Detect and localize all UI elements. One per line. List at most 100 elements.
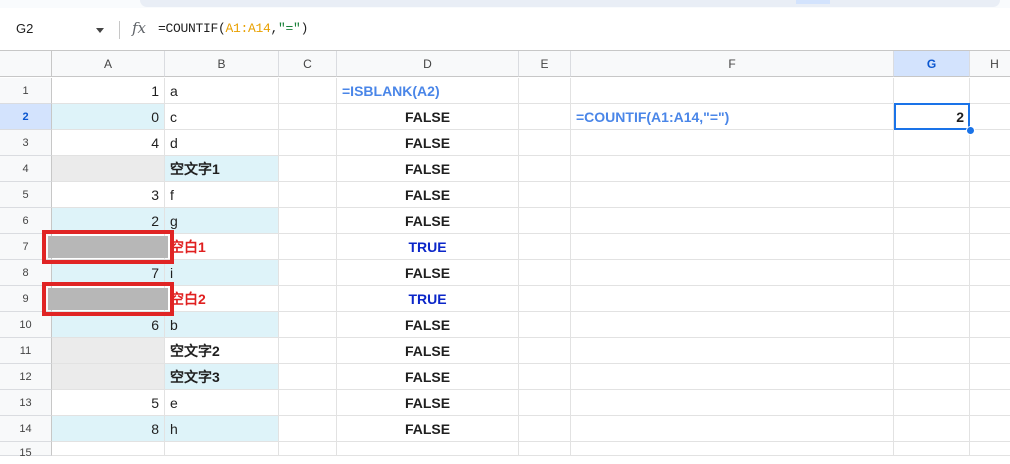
row-header-1[interactable]: 1 xyxy=(0,78,52,104)
column-header-f[interactable]: F xyxy=(571,51,894,77)
cell-c3[interactable] xyxy=(279,130,337,156)
cell-c1[interactable] xyxy=(279,78,337,104)
cell-d10[interactable]: FALSE xyxy=(337,312,519,338)
cell-f1[interactable] xyxy=(571,78,894,104)
row-header-7[interactable]: 7 xyxy=(0,234,52,260)
cell-c14[interactable] xyxy=(279,416,337,442)
cell-c13[interactable] xyxy=(279,390,337,416)
cell-a8[interactable]: 7 xyxy=(52,260,165,286)
row-header-4[interactable]: 4 xyxy=(0,156,52,182)
cell-b15[interactable] xyxy=(165,442,279,456)
cell-b12[interactable]: 空文字3 xyxy=(165,364,279,390)
cell-b1[interactable]: a xyxy=(165,78,279,104)
cell-g11[interactable] xyxy=(894,338,970,364)
cell-d2[interactable]: FALSE xyxy=(337,104,519,130)
cell-f4[interactable] xyxy=(571,156,894,182)
cell-a14[interactable]: 8 xyxy=(52,416,165,442)
cell-e14[interactable] xyxy=(519,416,571,442)
cell-b10[interactable]: b xyxy=(165,312,279,338)
cell-f13[interactable] xyxy=(571,390,894,416)
cell-a4[interactable] xyxy=(52,156,165,182)
cell-e15[interactable] xyxy=(519,442,571,456)
cell-b11[interactable]: 空文字2 xyxy=(165,338,279,364)
column-header-a[interactable]: A xyxy=(52,51,165,77)
cell-e5[interactable] xyxy=(519,182,571,208)
cell-a13[interactable]: 5 xyxy=(52,390,165,416)
cell-d1[interactable]: =ISBLANK(A2) xyxy=(337,78,519,104)
cell-a3[interactable]: 4 xyxy=(52,130,165,156)
cell-b5[interactable]: f xyxy=(165,182,279,208)
row-header-13[interactable]: 13 xyxy=(0,390,52,416)
cell-e8[interactable] xyxy=(519,260,571,286)
cell-h6[interactable] xyxy=(970,208,1010,234)
cell-h5[interactable] xyxy=(970,182,1010,208)
cell-e10[interactable] xyxy=(519,312,571,338)
chevron-down-icon[interactable] xyxy=(96,28,104,33)
cell-g13[interactable] xyxy=(894,390,970,416)
cell-a9[interactable] xyxy=(52,286,165,312)
cell-a15[interactable] xyxy=(52,442,165,456)
cell-h13[interactable] xyxy=(970,390,1010,416)
cell-h2[interactable] xyxy=(970,104,1010,130)
row-header-11[interactable]: 11 xyxy=(0,338,52,364)
cell-a11[interactable] xyxy=(52,338,165,364)
cell-g15[interactable] xyxy=(894,442,970,456)
cell-f2[interactable]: =COUNTIF(A1:A14,"=") xyxy=(571,104,894,130)
cell-b7[interactable]: 空白1 xyxy=(165,234,279,260)
cell-h10[interactable] xyxy=(970,312,1010,338)
cell-g3[interactable] xyxy=(894,130,970,156)
cell-f5[interactable] xyxy=(571,182,894,208)
row-header-5[interactable]: 5 xyxy=(0,182,52,208)
column-header-d[interactable]: D xyxy=(337,51,519,77)
cell-b13[interactable]: e xyxy=(165,390,279,416)
cell-f11[interactable] xyxy=(571,338,894,364)
column-header-h[interactable]: H xyxy=(970,51,1010,77)
cell-g12[interactable] xyxy=(894,364,970,390)
cell-f9[interactable] xyxy=(571,286,894,312)
cell-e1[interactable] xyxy=(519,78,571,104)
cell-a7[interactable] xyxy=(52,234,165,260)
row-header-14[interactable]: 14 xyxy=(0,416,52,442)
cell-e11[interactable] xyxy=(519,338,571,364)
cell-a1[interactable]: 1 xyxy=(52,78,165,104)
cell-g8[interactable] xyxy=(894,260,970,286)
cell-h11[interactable] xyxy=(970,338,1010,364)
cell-e6[interactable] xyxy=(519,208,571,234)
row-header-3[interactable]: 3 xyxy=(0,130,52,156)
cell-c2[interactable] xyxy=(279,104,337,130)
cell-g1[interactable] xyxy=(894,78,970,104)
cell-h12[interactable] xyxy=(970,364,1010,390)
cell-g9[interactable] xyxy=(894,286,970,312)
cell-b2[interactable]: c xyxy=(165,104,279,130)
cell-b14[interactable]: h xyxy=(165,416,279,442)
cell-d8[interactable]: FALSE xyxy=(337,260,519,286)
fill-handle[interactable] xyxy=(966,126,975,135)
cell-g4[interactable] xyxy=(894,156,970,182)
cell-e3[interactable] xyxy=(519,130,571,156)
cell-d5[interactable]: FALSE xyxy=(337,182,519,208)
cell-e2[interactable] xyxy=(519,104,571,130)
cell-a12[interactable] xyxy=(52,364,165,390)
cell-f3[interactable] xyxy=(571,130,894,156)
row-header-10[interactable]: 10 xyxy=(0,312,52,338)
cell-h15[interactable] xyxy=(970,442,1010,456)
cell-b6[interactable]: g xyxy=(165,208,279,234)
formula-input[interactable]: =COUNTIF(A1:A14,"=") xyxy=(158,21,308,36)
cell-d12[interactable]: FALSE xyxy=(337,364,519,390)
cell-c7[interactable] xyxy=(279,234,337,260)
cell-f7[interactable] xyxy=(571,234,894,260)
column-header-g[interactable]: G xyxy=(894,51,970,77)
cell-b3[interactable]: d xyxy=(165,130,279,156)
cell-b4[interactable]: 空文字1 xyxy=(165,156,279,182)
cell-g2[interactable]: 2 xyxy=(894,104,970,130)
row-header-15[interactable]: 15 xyxy=(0,442,52,459)
cell-b8[interactable]: i xyxy=(165,260,279,286)
cell-a10[interactable]: 6 xyxy=(52,312,165,338)
cell-g10[interactable] xyxy=(894,312,970,338)
cell-f15[interactable] xyxy=(571,442,894,456)
cell-h1[interactable] xyxy=(970,78,1010,104)
cell-g5[interactable] xyxy=(894,182,970,208)
cell-d14[interactable]: FALSE xyxy=(337,416,519,442)
cell-d7[interactable]: TRUE xyxy=(337,234,519,260)
cell-a5[interactable]: 3 xyxy=(52,182,165,208)
